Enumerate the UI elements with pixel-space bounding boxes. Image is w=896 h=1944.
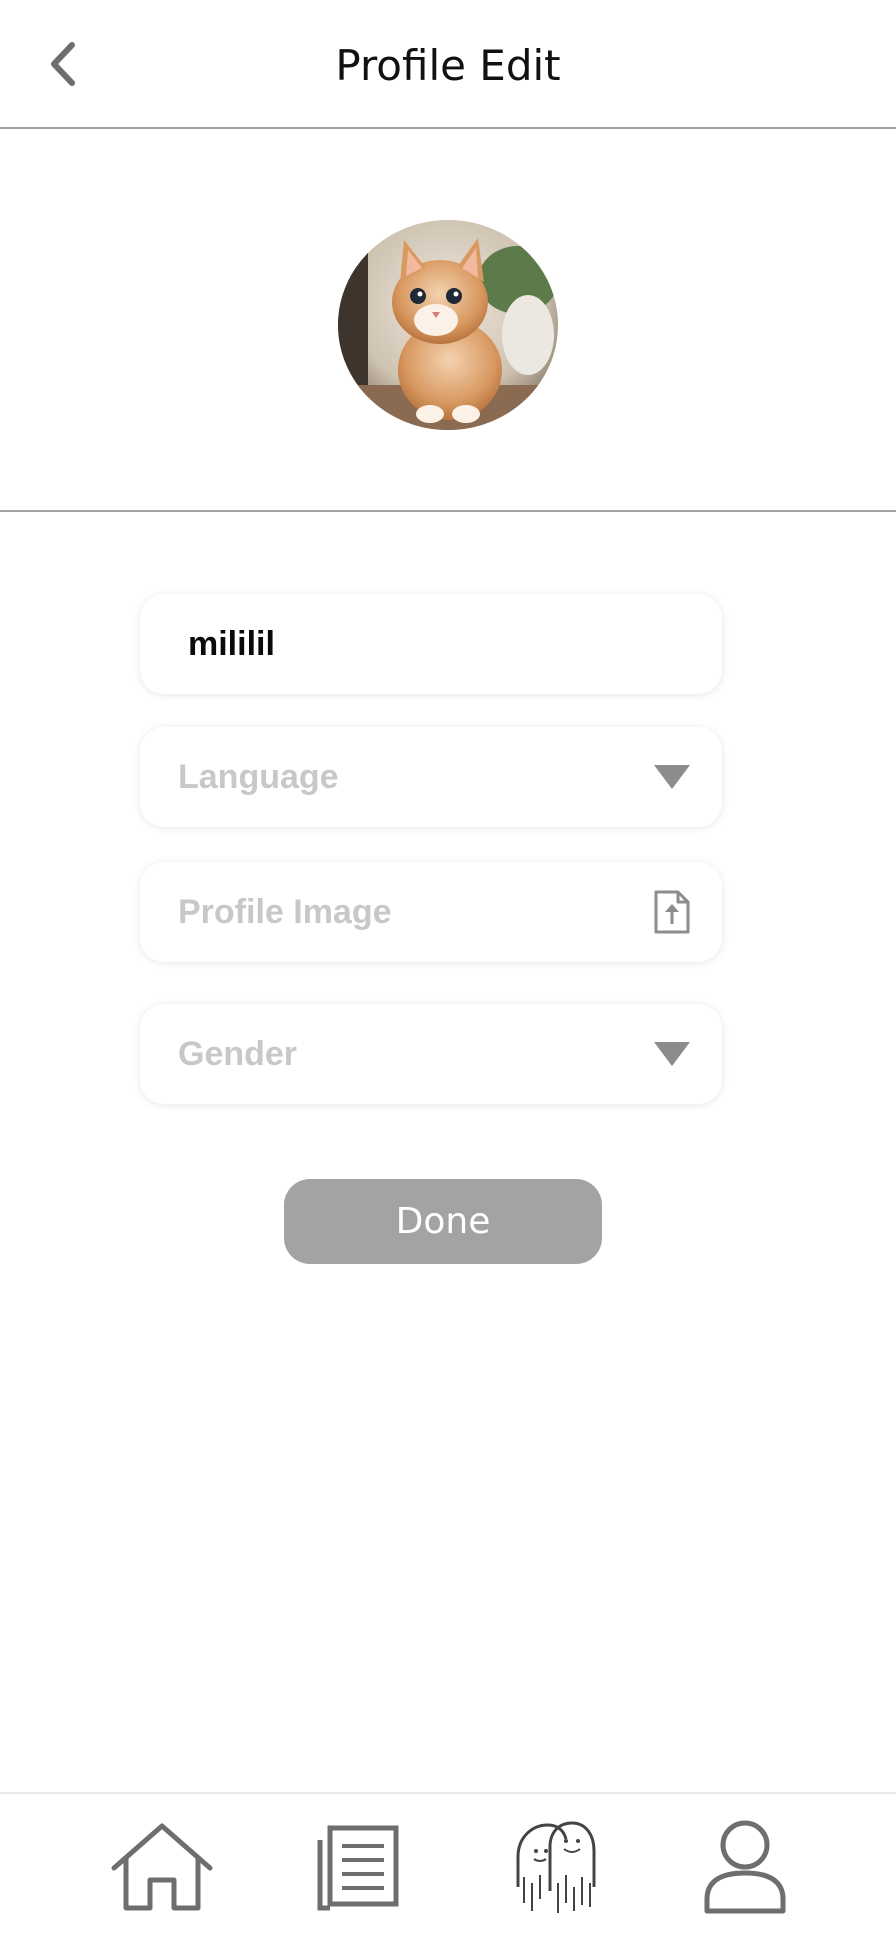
profile-image-placeholder: Profile Image [178, 893, 392, 931]
home-icon [111, 1823, 213, 1911]
caret-down-icon [652, 1034, 692, 1074]
nickname-field[interactable]: mililil [140, 594, 722, 694]
nickname-value: mililil [188, 625, 275, 663]
avatar-divider [0, 510, 896, 512]
page-title: Profile Edit [335, 41, 561, 90]
header-divider [0, 127, 896, 129]
kitten-avatar-image [338, 220, 558, 430]
bottom-nav [0, 1792, 896, 1944]
gender-select[interactable]: Gender [140, 1004, 722, 1104]
caret-down-icon [652, 757, 692, 797]
nav-item-profile[interactable] [690, 1812, 800, 1922]
avatar[interactable] [338, 220, 558, 430]
list-icon [317, 1825, 399, 1911]
gender-placeholder: Gender [178, 1035, 298, 1073]
language-placeholder: Language [178, 758, 339, 796]
done-button[interactable]: Done [284, 1179, 602, 1264]
community-icon [516, 1821, 596, 1913]
nav-item-community[interactable] [500, 1812, 610, 1922]
profile-image-field[interactable]: Profile Image [140, 862, 722, 962]
profile-icon [704, 1820, 786, 1914]
language-select[interactable]: Language [140, 727, 722, 827]
file-upload-icon[interactable] [652, 890, 692, 934]
nav-item-home[interactable] [107, 1812, 217, 1922]
nav-item-list[interactable] [304, 1812, 414, 1922]
top-bar: Profile Edit [0, 0, 896, 128]
